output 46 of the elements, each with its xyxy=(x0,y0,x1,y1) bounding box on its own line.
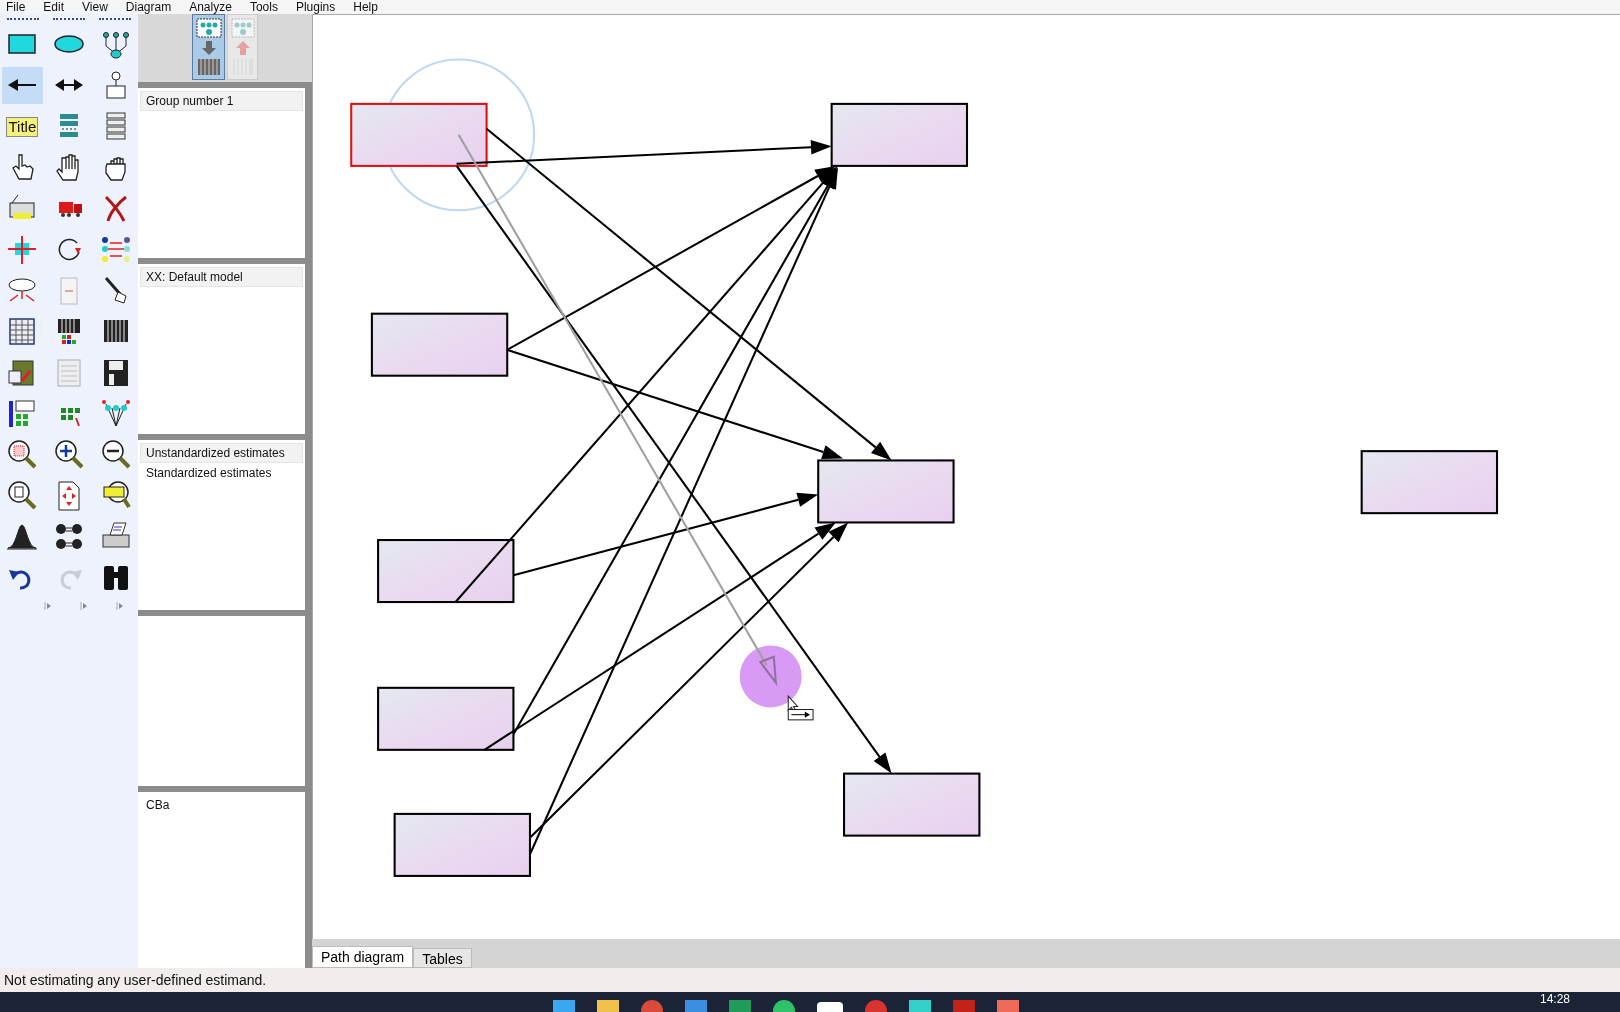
observed-variable-box[interactable] xyxy=(377,539,515,604)
path-arrow[interactable] xyxy=(455,165,892,774)
tab[interactable]: Path diagram xyxy=(312,946,414,968)
path-arrow[interactable] xyxy=(529,167,838,855)
observed-variable-box[interactable] xyxy=(393,812,531,877)
menu-item[interactable]: Help xyxy=(353,0,378,14)
list-item[interactable]: CBa xyxy=(140,795,303,815)
path-arrow[interactable] xyxy=(529,522,849,839)
status-bar: Not estimating any user-defined estimand. xyxy=(0,968,1620,992)
model-view-button[interactable] xyxy=(192,14,225,80)
app-icon[interactable] xyxy=(817,1002,843,1012)
observed-variable-box[interactable] xyxy=(817,459,955,524)
menu-item[interactable]: Tools xyxy=(249,0,278,14)
drag-target-circle xyxy=(739,645,802,708)
menu-item[interactable]: View xyxy=(82,0,108,14)
list-item[interactable]: Standardized estimates xyxy=(140,463,303,483)
path-arrow[interactable] xyxy=(454,165,838,603)
path-arrow[interactable] xyxy=(506,165,836,351)
menu-item[interactable]: Diagram xyxy=(125,0,172,14)
observed-variable-box[interactable] xyxy=(370,312,509,377)
windows-start-icon[interactable] xyxy=(553,1000,575,1012)
tab[interactable]: Tables xyxy=(413,948,472,968)
expand-icon[interactable] xyxy=(116,602,124,610)
expand-icon[interactable] xyxy=(44,602,52,610)
menu-item[interactable]: Plugins xyxy=(295,0,336,14)
menu-item[interactable]: Edit xyxy=(43,0,65,14)
app-icon[interactable] xyxy=(865,1000,887,1012)
menu-item[interactable]: File xyxy=(6,0,26,14)
path-arrow[interactable] xyxy=(456,140,832,165)
arrow-left-icon[interactable] xyxy=(2,67,43,104)
observed-variable-box[interactable] xyxy=(843,772,981,837)
path-arrow[interactable] xyxy=(506,348,843,459)
clock-time: 14:28 xyxy=(1540,992,1571,1006)
expand-icon[interactable] xyxy=(80,602,88,610)
list-item[interactable]: Unstandardized estimates xyxy=(140,443,303,463)
path-arrow[interactable] xyxy=(485,127,892,461)
browser-icon[interactable] xyxy=(641,1000,663,1012)
observed-variable-box[interactable] xyxy=(830,102,969,167)
list-item[interactable]: XX: Default model xyxy=(140,267,303,287)
observed-variable-box[interactable] xyxy=(1360,450,1499,515)
app-icon[interactable] xyxy=(773,1000,795,1012)
path-arrow[interactable] xyxy=(513,492,819,577)
list-item[interactable]: Group number 1 xyxy=(140,91,303,111)
menu-item[interactable]: Analyze xyxy=(189,0,232,14)
path-arrow[interactable] xyxy=(483,522,836,751)
observed-variable-box[interactable] xyxy=(377,686,515,751)
